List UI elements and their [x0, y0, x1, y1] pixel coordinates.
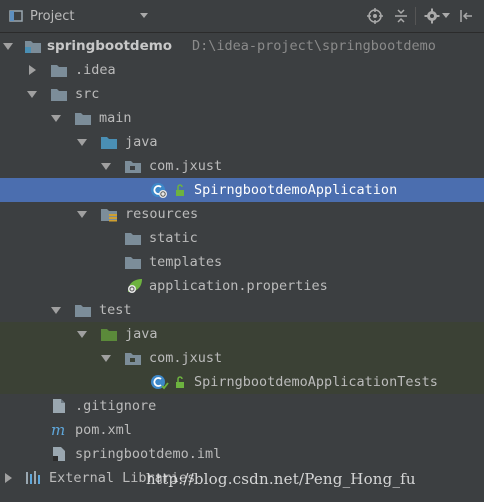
- tree-item-label: com.jxust: [149, 158, 223, 174]
- tree-item-label: com.jxust: [149, 350, 223, 366]
- folder-icon: [51, 89, 67, 101]
- tree-item-label: .idea: [75, 62, 116, 78]
- toolbar-divider: [415, 7, 416, 25]
- tree-item-package-test[interactable]: com.jxust: [0, 346, 484, 370]
- tree-item-application-properties[interactable]: application.properties: [0, 274, 484, 298]
- tree-item-label: src: [75, 86, 100, 102]
- tree-item-iml[interactable]: springbootdemo.iml: [0, 442, 484, 466]
- tree-item-java-test[interactable]: java: [0, 322, 484, 346]
- test-class-icon: [151, 375, 169, 390]
- tree-item-label: application.properties: [149, 278, 328, 294]
- expanded-arrow-icon[interactable]: [100, 352, 112, 364]
- access-lock-icon: [176, 184, 184, 196]
- resources-folder-icon: [101, 209, 117, 222]
- folder-icon: [75, 305, 91, 317]
- tree-item-label: main: [99, 110, 132, 126]
- expanded-arrow-icon[interactable]: [50, 304, 62, 316]
- module-path: D:\idea-project\springbootdemo: [192, 38, 436, 54]
- tree-item-application-class[interactable]: SpirngbootdemoApplication: [0, 178, 484, 202]
- tree-item-resources[interactable]: resources: [0, 202, 484, 226]
- expanded-arrow-icon[interactable]: [26, 88, 38, 100]
- tree-item-static[interactable]: static: [0, 226, 484, 250]
- tree-item-label: templates: [149, 254, 223, 270]
- tree-item-idea[interactable]: .idea: [0, 58, 484, 82]
- maven-icon: m: [51, 422, 65, 438]
- svg-text:m: m: [51, 422, 65, 438]
- tree-item-label: test: [99, 302, 132, 318]
- tree-item-label: java: [125, 134, 158, 150]
- expanded-arrow-icon[interactable]: [50, 112, 62, 124]
- tree-item-label: static: [149, 230, 198, 246]
- folder-icon: [125, 233, 141, 245]
- tree-item-springbootdemo[interactable]: springbootdemo D:\idea-project\springboo…: [0, 34, 484, 58]
- spring-boot-class-icon: [151, 183, 167, 198]
- folder-icon: [75, 113, 91, 125]
- expanded-arrow-icon[interactable]: [2, 40, 14, 52]
- tree-item-label: springbootdemo.iml: [75, 446, 222, 462]
- tree-item-pom[interactable]: m pom.xml: [0, 418, 484, 442]
- collapsed-arrow-icon[interactable]: [2, 472, 14, 484]
- tree-item-application-tests-class[interactable]: SpirngbootdemoApplicationTests: [0, 370, 484, 394]
- tree-item-test[interactable]: test: [0, 298, 484, 322]
- expanded-arrow-icon[interactable]: [76, 328, 88, 340]
- package-icon: [125, 161, 141, 173]
- source-folder-icon: [101, 137, 117, 149]
- tree-item-templates[interactable]: templates: [0, 250, 484, 274]
- expanded-arrow-icon[interactable]: [76, 136, 88, 148]
- tree-item-gitignore[interactable]: .gitignore: [0, 394, 484, 418]
- tree-item-label: resources: [125, 206, 199, 222]
- chevron-down-icon[interactable]: [139, 12, 149, 20]
- settings-chevron-icon[interactable]: [442, 13, 450, 19]
- tree-item-label: SpirngbootdemoApplicationTests: [194, 374, 438, 390]
- tree-item-label: .gitignore: [75, 398, 157, 414]
- expanded-arrow-icon[interactable]: [100, 160, 112, 172]
- hide-panel-icon[interactable]: [458, 8, 474, 24]
- project-toolbar: Project: [0, 0, 484, 33]
- test-source-folder-icon: [101, 329, 117, 341]
- project-tree: springbootdemo D:\idea-project\springboo…: [0, 34, 484, 502]
- tree-item-label: SpirngbootdemoApplication: [194, 182, 398, 198]
- watermark: http://blog.csdn.net/Peng_Hong_fu: [146, 470, 416, 488]
- tree-item-label: pom.xml: [75, 422, 132, 438]
- tree-item-src[interactable]: src: [0, 82, 484, 106]
- libraries-icon: [26, 471, 40, 484]
- locate-icon[interactable]: [367, 8, 383, 24]
- tree-item-label: java: [125, 326, 158, 342]
- tree-item-package-main[interactable]: com.jxust: [0, 154, 484, 178]
- access-lock-icon: [176, 376, 184, 388]
- folder-icon: [51, 65, 67, 77]
- tree-item-java-main[interactable]: java: [0, 130, 484, 154]
- file-icon: [53, 399, 65, 413]
- expanded-arrow-icon[interactable]: [76, 208, 88, 220]
- folder-icon: [125, 257, 141, 269]
- project-tool-window: Project springbootdemo D:\idea-project\s…: [0, 0, 484, 502]
- project-view-icon[interactable]: [8, 8, 24, 24]
- tree-item-main[interactable]: main: [0, 106, 484, 130]
- collapse-all-icon[interactable]: [393, 8, 409, 24]
- settings-icon[interactable]: [424, 8, 440, 24]
- iml-file-icon: [53, 447, 65, 461]
- collapsed-arrow-icon[interactable]: [26, 64, 38, 76]
- panel-title[interactable]: Project: [30, 9, 74, 24]
- spring-properties-icon: [128, 279, 142, 293]
- tree-item-label: springbootdemo: [47, 38, 173, 54]
- package-icon: [125, 353, 141, 365]
- module-folder-icon: [25, 41, 41, 53]
